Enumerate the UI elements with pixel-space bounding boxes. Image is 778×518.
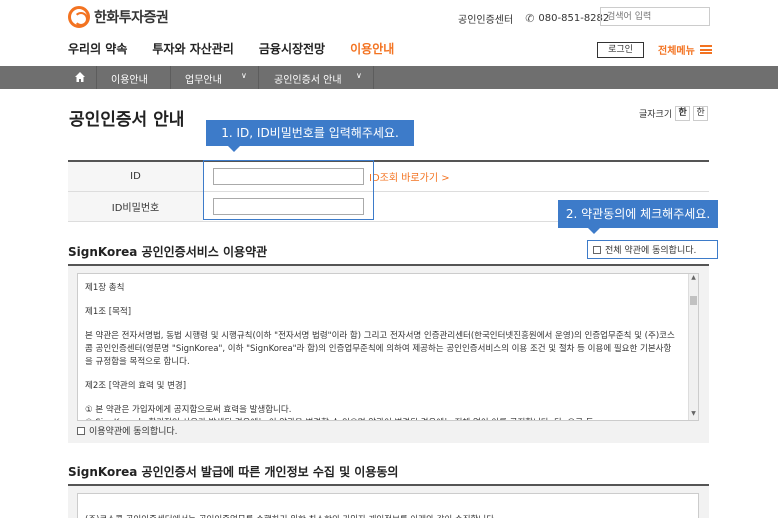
hamburger-icon xyxy=(699,45,712,54)
utility-bar: 공인인증센터 ✆ 080-851-8282 xyxy=(458,11,609,26)
terms-scroll-box[interactable]: 제1장 총칙 제1조 [목적] 본 약관은 전자서명법, 동법 시행령 및 시행… xyxy=(77,273,699,421)
search-box xyxy=(600,7,710,26)
all-menu-button[interactable]: 전체메뉴 xyxy=(658,42,712,57)
breadcrumb-divider xyxy=(373,66,374,89)
terms-paragraph: 제1조 [목적] xyxy=(85,307,132,317)
search-input[interactable] xyxy=(601,8,709,26)
terms-paragraph: 제2조 [약관의 효력 및 변경] xyxy=(85,381,187,391)
nav-item-promise[interactable]: 우리의 약속 xyxy=(68,40,127,57)
terms-panel: 제1장 총칙 제1조 [목적] 본 약관은 전자서명법, 동법 시행령 및 시행… xyxy=(68,264,709,443)
breadcrumb: 이용안내 업무안내 ∨ 공인인증서 안내 ∨ xyxy=(0,66,778,89)
chevron-down-icon[interactable]: ∨ xyxy=(356,71,362,80)
terms-scrollbar[interactable]: ▲ ▼ xyxy=(688,274,698,420)
terms-paragraph: 제1장 총칙 xyxy=(85,283,125,293)
nav-item-market[interactable]: 금융시장전망 xyxy=(259,40,325,57)
terms-agree-checkbox[interactable]: 이용약관에 동의합니다. xyxy=(77,424,178,437)
breadcrumb-divider xyxy=(96,66,97,89)
scroll-up-icon[interactable]: ▲ xyxy=(689,274,698,284)
agree-all-checkbox[interactable]: 전체 약관에 동의합니다. xyxy=(587,240,718,259)
chevron-down-icon[interactable]: ∨ xyxy=(241,71,247,80)
terms-paragraph: ① 본 약관은 가입자에게 공지함으로써 효력을 발생합니다. ② SignKo… xyxy=(85,405,594,420)
password-label: ID비밀번호 xyxy=(68,192,203,221)
privacy-section-title: SignKorea 공인인증서 발급에 따른 개인정보 수집 및 이용동의 xyxy=(68,465,399,479)
scroll-thumb[interactable] xyxy=(690,296,697,305)
page-title: 공인인증서 안내 xyxy=(69,110,185,130)
breadcrumb-divider xyxy=(170,66,171,89)
terms-section-title: SignKorea 공인인증서비스 이용약관 xyxy=(68,245,268,259)
breadcrumb-divider xyxy=(258,66,259,89)
breadcrumb-item-guide[interactable]: 이용안내 xyxy=(111,71,148,86)
terms-text: 제1장 총칙 제1조 [목적] 본 약관은 전자서명법, 동법 시행령 및 시행… xyxy=(78,274,698,420)
phone-number: 080-851-8282 xyxy=(538,13,610,24)
privacy-panel: (주)코스콤 공인인증센터에서는 공인인증업무를 수행하기 위한 최소한의 가입… xyxy=(68,484,709,518)
nav-item-guide[interactable]: 이용안내 xyxy=(350,40,394,57)
font-size-large-button[interactable]: 한 xyxy=(675,106,691,121)
logo-mark-icon xyxy=(68,6,90,28)
scroll-down-icon[interactable]: ▼ xyxy=(689,410,698,420)
checkbox-icon[interactable] xyxy=(77,426,85,435)
nav-item-investment[interactable]: 투자와 자산관리 xyxy=(152,40,233,57)
highlight-id-fields xyxy=(203,160,374,220)
id-lookup-link[interactable]: ID조회 바로가기 > xyxy=(369,169,450,184)
home-icon[interactable] xyxy=(74,71,86,83)
agree-all-label: 전체 약관에 동의합니다. xyxy=(605,246,697,256)
form-row-id: ID ID조회 바로가기 > xyxy=(68,162,709,192)
callout-step1: 1. ID, ID비밀번호를 입력해주세요. xyxy=(206,120,414,152)
font-size-label: 글자크기 xyxy=(639,110,673,120)
logo-text: 한화투자증권 xyxy=(94,10,169,26)
id-label: ID xyxy=(68,162,203,191)
breadcrumb-item-business[interactable]: 업무안내 xyxy=(185,71,222,86)
font-size-control: 글자크기 한 한 xyxy=(639,106,709,121)
privacy-text: (주)코스콤 공인인증센터에서는 공인인증업무를 수행하기 위한 최소한의 가입… xyxy=(78,494,698,518)
all-menu-label: 전체메뉴 xyxy=(658,46,695,57)
checkbox-icon[interactable] xyxy=(593,245,601,254)
terms-agree-label: 이용약관에 동의합니다. xyxy=(89,427,178,437)
breadcrumb-item-cert[interactable]: 공인인증서 안내 xyxy=(274,71,342,86)
terms-paragraph: 본 약관은 전자서명법, 동법 시행령 및 시행규칙(이하 "전자서명 법령"이… xyxy=(85,331,675,367)
login-button[interactable]: 로그인 xyxy=(597,42,644,58)
privacy-scroll-box[interactable]: (주)코스콤 공인인증센터에서는 공인인증업무를 수행하기 위한 최소한의 가입… xyxy=(77,493,699,518)
font-size-small-button[interactable]: 한 xyxy=(693,106,709,121)
logo[interactable]: 한화투자증권 xyxy=(68,6,169,28)
callout-step2: 2. 약관동의에 체크해주세요. xyxy=(558,200,718,234)
cert-center-link[interactable]: 공인인증센터 xyxy=(458,11,513,26)
main-nav: 우리의 약속 투자와 자산관리 금융시장전망 이용안내 xyxy=(68,40,419,57)
phone-icon: ✆ xyxy=(525,12,535,25)
